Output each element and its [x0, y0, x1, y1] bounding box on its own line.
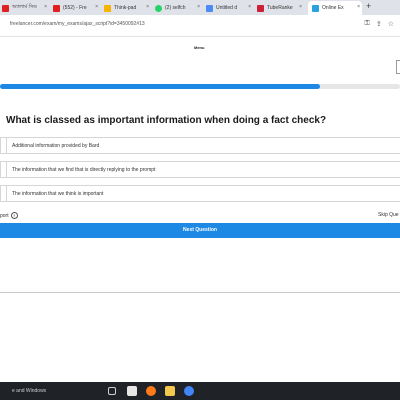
close-icon[interactable]: ×	[357, 4, 360, 10]
tab-label: Online Ex	[322, 5, 344, 11]
answer-option-label: The information that we find that is dir…	[12, 167, 156, 173]
menu-label[interactable]: Menu	[194, 45, 204, 50]
browser-tab-active[interactable]: Online Ex ×	[308, 1, 362, 15]
tuberanker-icon	[257, 4, 264, 12]
youtube-icon	[53, 4, 60, 12]
freelancer-icon	[312, 4, 319, 12]
close-icon[interactable]: ×	[248, 4, 251, 10]
firefox-icon[interactable]	[146, 386, 156, 396]
new-tab-button[interactable]: +	[366, 1, 371, 11]
address-bar: freelancer.com/exam/my_exams/ajax_script…	[0, 15, 400, 37]
report-link[interactable]: port ?	[0, 212, 18, 219]
browser-tab-4[interactable]: (2) selfch ×	[155, 1, 202, 15]
close-icon[interactable]: ×	[44, 4, 47, 10]
key-icon[interactable]: ⚿	[365, 20, 370, 28]
close-icon[interactable]: ×	[95, 4, 98, 10]
answer-option-2[interactable]: The information that we find that is dir…	[0, 161, 400, 178]
tab-label: Untitled d	[216, 5, 238, 11]
tab-label: অ্যালার্ম সিড	[12, 4, 37, 10]
task-view-icon[interactable]	[108, 387, 116, 395]
tab-label: (2) selfch	[165, 5, 186, 11]
question-text: What is classed as important information…	[6, 115, 327, 126]
progress-fill	[0, 84, 320, 89]
youtube-icon	[2, 4, 9, 12]
tab-label: (552) - Fre	[63, 5, 87, 11]
file-explorer-icon[interactable]	[165, 386, 175, 396]
browser-tab-3[interactable]: Think-pad ×	[104, 1, 151, 15]
browser-tab-2[interactable]: (552) - Fre ×	[53, 1, 100, 15]
close-icon[interactable]: ×	[146, 4, 149, 10]
url-field[interactable]: freelancer.com/exam/my_exams/ajax_script…	[10, 21, 145, 27]
side-panel-button[interactable]	[396, 60, 400, 74]
tab-label: TubeRanke	[267, 5, 293, 11]
meet-icon	[206, 4, 213, 12]
store-icon[interactable]	[127, 386, 137, 396]
chrome-icon[interactable]	[184, 386, 194, 396]
answer-option-1[interactable]: Additional information provided by Bard	[0, 137, 400, 154]
browser-tab-1[interactable]: অ্যালার্ম সিড ×	[2, 1, 49, 15]
close-icon[interactable]: ×	[299, 4, 302, 10]
browser-tab-strip: অ্যালার্ম সিড × (552) - Fre × Think-pad …	[0, 0, 400, 15]
skip-question-link[interactable]: Skip Que	[378, 212, 399, 218]
close-icon[interactable]: ×	[197, 4, 200, 10]
address-bar-actions: ⚿ ⇪ ☆	[365, 20, 394, 28]
next-question-button[interactable]: Next Question	[0, 223, 400, 238]
screen: অ্যালার্ম সিড × (552) - Fre × Think-pad …	[0, 0, 400, 400]
card-divider	[0, 292, 400, 293]
tab-label: Think-pad	[114, 5, 137, 11]
share-icon[interactable]: ⇪	[376, 20, 382, 28]
whatsapp-icon	[155, 4, 162, 12]
help-icon: ?	[10, 212, 18, 219]
exam-page: Menu What is classed as important inform…	[0, 38, 400, 382]
taskbar-search[interactable]: e and Windows	[0, 385, 100, 397]
exam-progress-bar	[0, 84, 400, 89]
answer-option-label: Additional information provided by Bard	[12, 143, 100, 149]
browser-tab-5[interactable]: Untitled d ×	[206, 1, 253, 15]
browser-tab-6[interactable]: TubeRanke ×	[257, 1, 304, 15]
answer-option-3[interactable]: The information that we think is importa…	[0, 185, 400, 202]
page-icon	[104, 4, 111, 12]
star-icon[interactable]: ☆	[388, 20, 394, 28]
windows-taskbar: e and Windows	[0, 382, 400, 400]
report-label: port	[0, 212, 9, 219]
answer-option-label: The information that we think is importa…	[12, 191, 104, 197]
